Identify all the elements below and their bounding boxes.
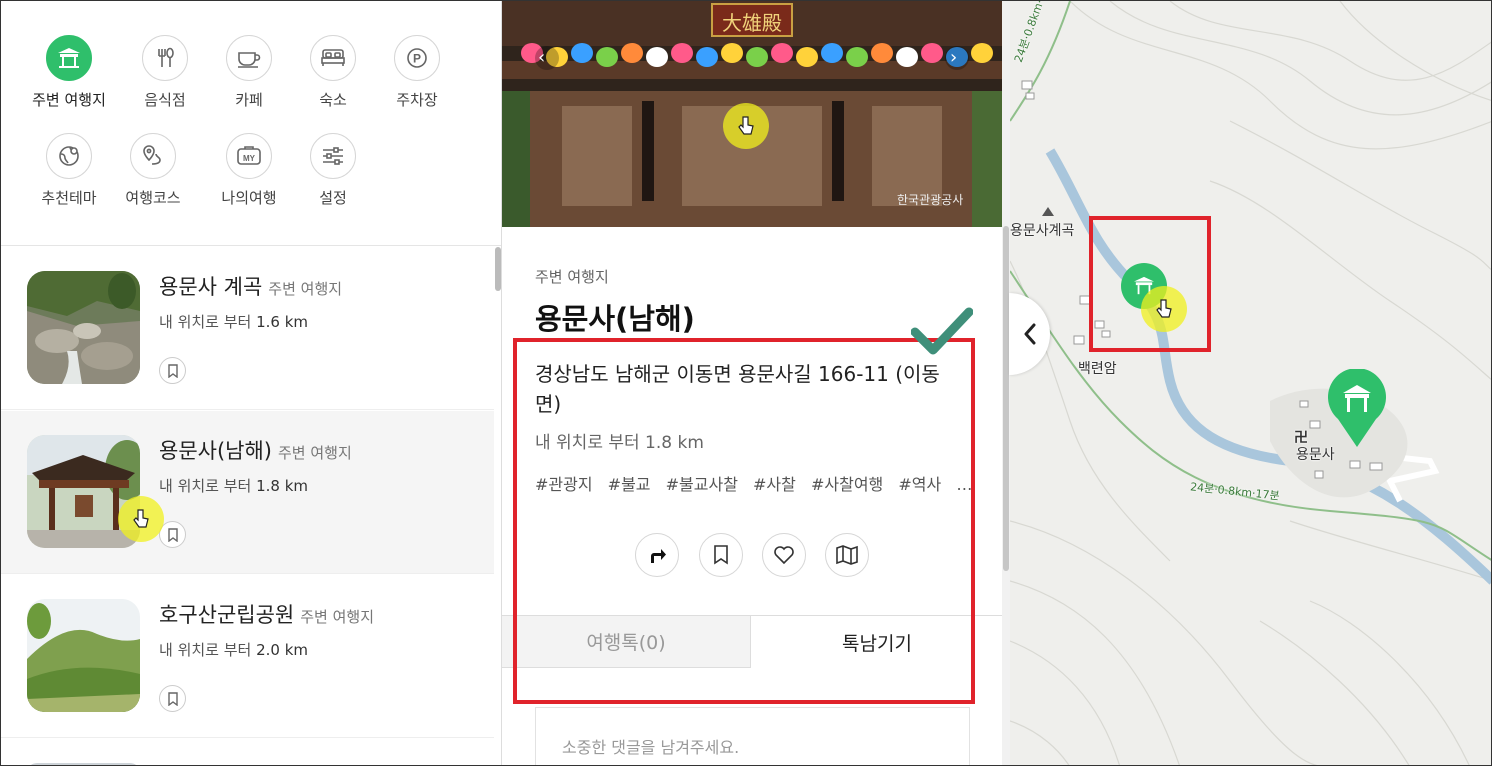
place-distance: 내 위치로 부터 1.6 km: [159, 313, 309, 331]
bookmark-icon: [167, 363, 178, 378]
category-label: 주변 여행지: [32, 91, 106, 109]
photo-carousel[interactable]: 大雄殿 ‹ › 한국관광공사: [502, 1, 1002, 227]
next-photo-icon[interactable]: ›: [950, 47, 957, 68]
detail-scrollbar[interactable]: [1002, 1, 1010, 765]
lantern: [721, 43, 743, 63]
place-distance: 내 위치로 부터 1.8 km: [159, 477, 309, 495]
map-marker-temple[interactable]: [1326, 369, 1388, 449]
place-category: 주변 여행지: [300, 608, 375, 626]
map-label-hermitage: 백련암: [1078, 361, 1117, 377]
bookmark-icon: [167, 691, 178, 706]
scrollbar-thumb[interactable]: [1003, 226, 1009, 571]
category-label: 카페: [235, 91, 263, 109]
lantern: [871, 43, 893, 63]
app-frame: 주변 여행지 음식점 카페 숙소 P 주차장 추천테마 여행코스 MY 나의여행…: [0, 0, 1492, 766]
place-name: 용문사 계곡 주변 여행지: [159, 275, 343, 299]
category-theme[interactable]: 추천테마: [27, 133, 111, 208]
category-label: 추천테마: [41, 189, 97, 207]
lantern: [671, 43, 693, 63]
place-category: 주변 여행지: [268, 280, 343, 298]
comment-input[interactable]: 소중한 댓글을 남겨주세요.: [535, 707, 970, 765]
lantern: [696, 47, 718, 67]
coffee-cup-icon: [226, 35, 272, 81]
bed-icon: [310, 35, 356, 81]
lantern: [746, 47, 768, 67]
detail-category: 주변 여행지: [535, 268, 609, 286]
pointer-cursor-icon: [118, 496, 164, 542]
detail-title: 용문사(남해): [535, 302, 695, 336]
list-scrollbar[interactable]: [495, 247, 501, 291]
lantern: [571, 43, 593, 63]
photo-credit: 한국관광공사: [897, 193, 964, 207]
divider: [1, 245, 501, 246]
svg-text:MY: MY: [243, 154, 256, 163]
map-label-valley: 용문사계곡: [1010, 223, 1075, 239]
lantern: [971, 43, 993, 63]
bookmark-button[interactable]: [159, 357, 186, 384]
lantern: [821, 43, 843, 63]
lantern: [846, 47, 868, 67]
theme-icon: [46, 133, 92, 179]
category-restaurant[interactable]: 음식점: [123, 35, 207, 110]
left-panel: 주변 여행지 음식점 카페 숙소 P 주차장 추천테마 여행코스 MY 나의여행…: [1, 1, 502, 765]
parking-icon: P: [394, 35, 440, 81]
thumbnail-valley: [27, 271, 140, 384]
lantern: [596, 47, 618, 67]
my-icon: MY: [226, 133, 272, 179]
category-nearby[interactable]: 주변 여행지: [27, 35, 111, 110]
place-name: 용문사(남해) 주변 여행지: [159, 439, 352, 463]
category-label: 숙소: [319, 91, 347, 109]
chevron-left-icon: [1024, 323, 1035, 345]
bookmark-button[interactable]: [159, 685, 186, 712]
list-item[interactable]: [1, 739, 494, 765]
list-item[interactable]: 호구산군립공원 주변 여행지 내 위치로 부터 2.0 km: [1, 575, 494, 738]
list-item[interactable]: 용문사(남해) 주변 여행지 내 위치로 부터 1.8 km: [1, 411, 494, 574]
category-parking[interactable]: P 주차장: [375, 35, 459, 110]
highlight-box-detail: [513, 338, 975, 704]
category-label: 음식점: [144, 91, 186, 109]
prev-photo-icon[interactable]: ‹: [538, 47, 545, 68]
category-settings[interactable]: 설정: [291, 133, 375, 208]
place-name: 호구산군립공원 주변 여행지: [159, 603, 375, 627]
pointer-cursor-icon: [723, 103, 769, 149]
svg-text:P: P: [413, 52, 421, 66]
category-lodging[interactable]: 숙소: [291, 35, 375, 110]
list-item[interactable]: 용문사 계곡 주변 여행지 내 위치로 부터 1.6 km: [1, 247, 494, 410]
lantern: [921, 43, 943, 63]
fork-spoon-icon: [142, 35, 188, 81]
map-view[interactable]: 용문사계곡 백련암 卍 용문사 24분·0.8km·17분 24분·0.8km·…: [1010, 1, 1491, 765]
pavilion-icon: [46, 35, 92, 81]
lantern: [621, 43, 643, 63]
settings-sliders-icon: [310, 133, 356, 179]
thumbnail-park: [27, 599, 140, 712]
lantern: [896, 47, 918, 67]
category-mytrip[interactable]: MY 나의여행: [207, 133, 291, 208]
temple-sign: 大雄殿: [722, 11, 782, 35]
course-pin-icon: [130, 133, 176, 179]
category-label: 설정: [319, 189, 347, 207]
lantern: [796, 47, 818, 67]
highlight-box-map: [1089, 216, 1211, 352]
place-distance: 내 위치로 부터 2.0 km: [159, 641, 309, 659]
category-cafe[interactable]: 카페: [207, 35, 291, 110]
bookmark-icon: [167, 527, 178, 542]
category-label: 나의여행: [221, 189, 277, 207]
category-course[interactable]: 여행코스: [111, 133, 195, 208]
checkmark-icon: [911, 307, 973, 355]
lantern: [646, 47, 668, 67]
lantern: [771, 43, 793, 63]
category-label: 여행코스: [125, 189, 181, 207]
place-category: 주변 여행지: [278, 444, 352, 462]
category-label: 주차장: [396, 91, 438, 109]
